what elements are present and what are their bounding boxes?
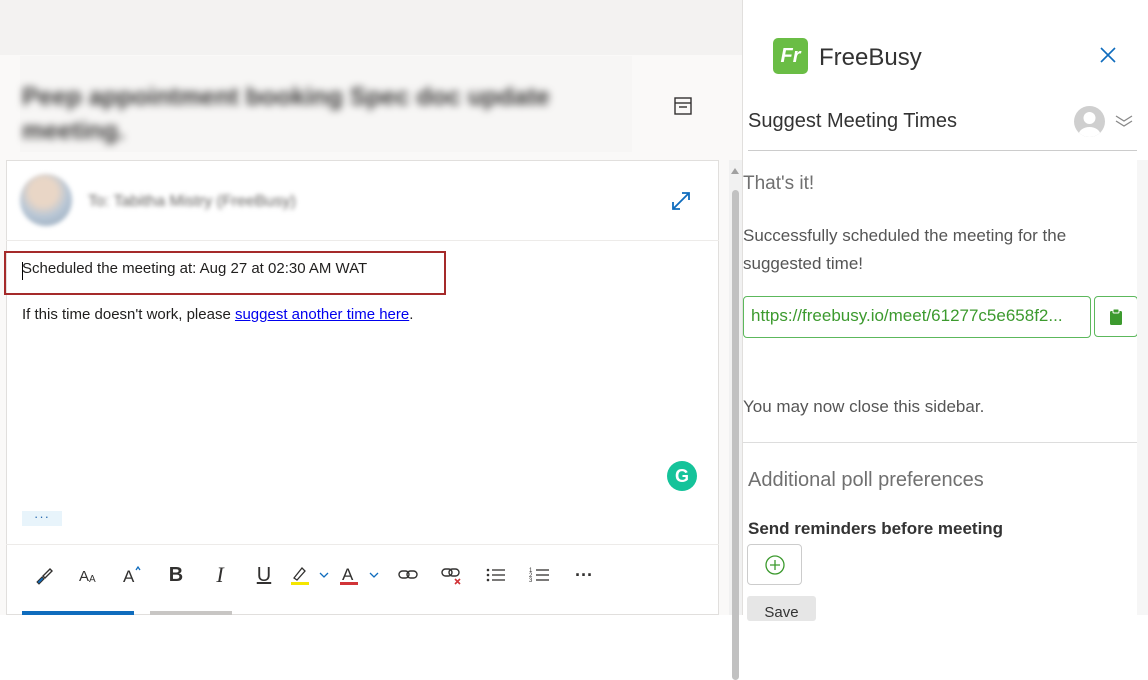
show-more-button[interactable]: ···: [22, 510, 62, 526]
clipboard-icon: [1110, 308, 1122, 325]
additional-prefs-title: Additional poll preferences: [748, 469, 984, 491]
popout-icon[interactable]: [673, 96, 693, 116]
add-reminder-button[interactable]: [747, 544, 802, 585]
success-message: Successfully scheduled the meeting for t…: [743, 226, 1067, 273]
scroll-thumb[interactable]: [732, 190, 739, 680]
svg-text:A: A: [79, 568, 89, 585]
compose-pane: [6, 160, 719, 615]
format-painter-icon[interactable]: [22, 558, 66, 592]
prefs-divider: [743, 442, 1137, 443]
compose-scrollbar[interactable]: [729, 160, 742, 680]
scroll-up-arrow[interactable]: [731, 168, 739, 174]
section-title: Suggest Meeting Times: [748, 110, 957, 132]
suggest-suffix: .: [409, 306, 414, 323]
freebusy-logo: Fr: [773, 38, 808, 74]
plus-circle-icon: [764, 554, 785, 575]
close-icon[interactable]: [1099, 46, 1117, 64]
expand-icon[interactable]: [670, 190, 692, 212]
link-icon[interactable]: [386, 558, 430, 592]
more-options-icon[interactable]: ···: [562, 558, 606, 592]
done-title: That's it!: [743, 173, 815, 194]
top-bar: [0, 0, 742, 55]
italic-icon[interactable]: I: [198, 558, 242, 592]
svg-text:3: 3: [529, 578, 533, 584]
double-chevron-down-icon[interactable]: [1114, 114, 1134, 128]
to-line: To: Tabitha Mistry (FreeBusy): [88, 193, 296, 210]
recipient-avatar: [20, 174, 72, 226]
highlight-icon[interactable]: [286, 558, 336, 592]
close-sidebar-message: You may now close this sidebar.: [743, 397, 985, 416]
svg-text:A: A: [123, 567, 135, 586]
grammarly-button[interactable]: G: [667, 461, 697, 491]
font-grow-icon[interactable]: A: [110, 558, 154, 592]
suggest-text: If this time doesn't work, please sugges…: [22, 306, 413, 323]
title-divider: [748, 150, 1137, 151]
svg-text:A: A: [342, 565, 354, 584]
scheduled-text[interactable]: Scheduled the meeting at: Aug 27 at 02:3…: [22, 260, 367, 277]
unlink-icon[interactable]: [430, 558, 474, 592]
header-divider: [6, 240, 719, 241]
send-button-edge[interactable]: [22, 611, 134, 615]
format-toolbar: AA A B I U A 123 ···: [22, 558, 606, 592]
suggest-link[interactable]: suggest another time here: [235, 306, 409, 323]
toolbar-divider: [6, 544, 719, 545]
meeting-link-field[interactable]: https://freebusy.io/meet/61277c5e658f2..…: [743, 296, 1091, 338]
freebusy-sidebar: Fr FreeBusy Suggest Meeting Times That's…: [742, 0, 1148, 621]
brand-name: FreeBusy: [819, 44, 922, 71]
reminders-label: Send reminders before meeting: [748, 519, 1004, 538]
suggest-prefix: If this time doesn't work, please: [22, 306, 235, 323]
email-subject: Peep appointment booking Spec doc update…: [22, 83, 550, 145]
bold-icon[interactable]: B: [154, 558, 198, 592]
discard-button-edge[interactable]: [150, 611, 232, 615]
text-cursor: [22, 262, 23, 280]
bullets-icon[interactable]: [474, 558, 518, 592]
numbering-icon[interactable]: 123: [518, 558, 562, 592]
svg-text:A: A: [89, 574, 96, 585]
font-color-icon[interactable]: A: [336, 558, 386, 592]
user-avatar-icon[interactable]: [1074, 106, 1105, 137]
font-size-icon[interactable]: AA: [66, 558, 110, 592]
sidebar-scrollbar[interactable]: [1137, 160, 1148, 615]
copy-link-button[interactable]: [1094, 296, 1138, 337]
save-button[interactable]: Save: [747, 596, 816, 621]
underline-icon[interactable]: U: [242, 558, 286, 592]
